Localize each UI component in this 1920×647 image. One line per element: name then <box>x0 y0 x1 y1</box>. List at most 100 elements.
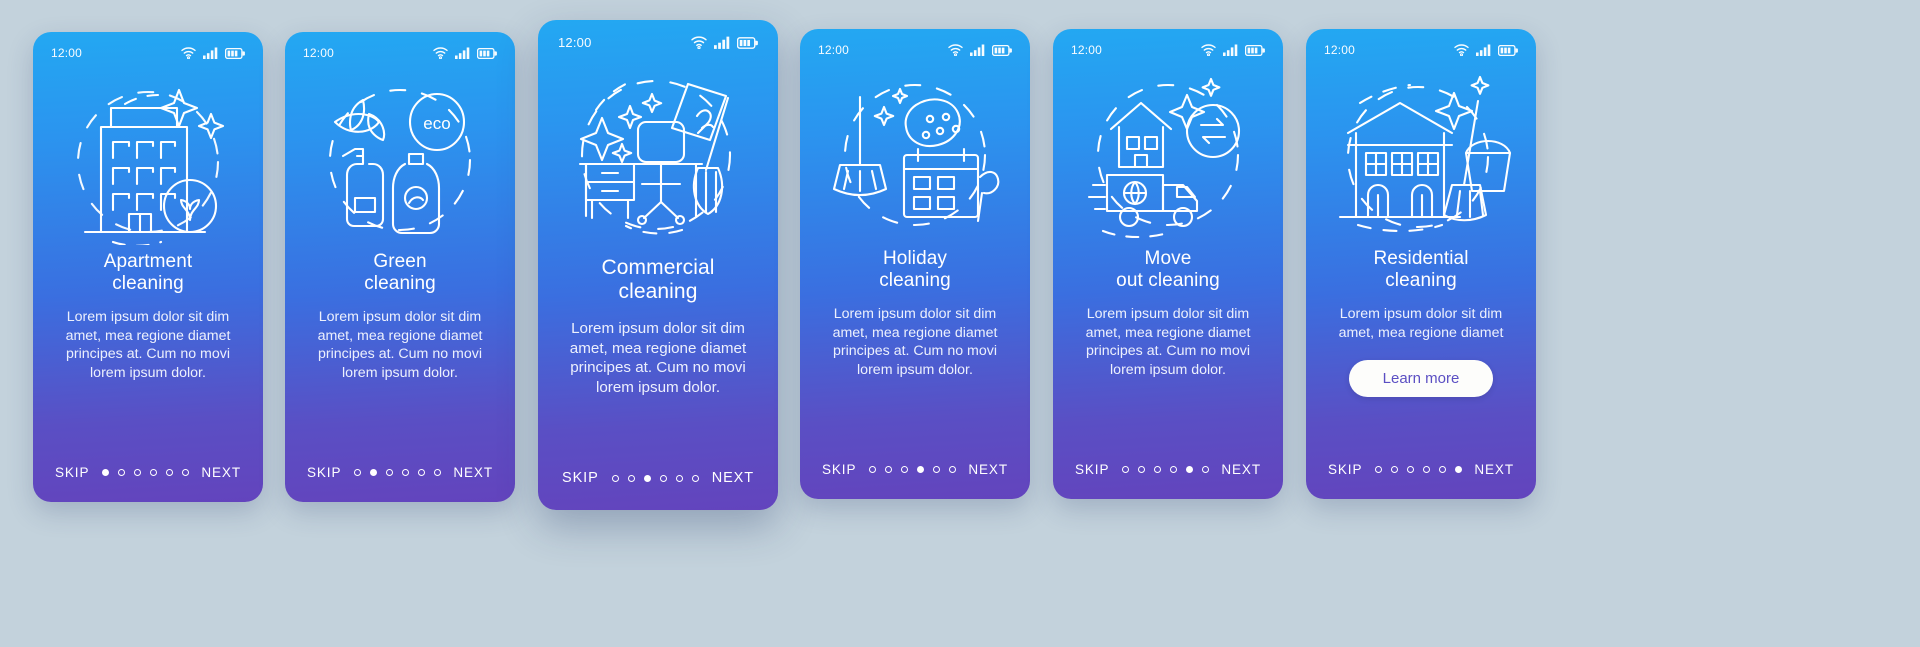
dot-4[interactable] <box>659 474 667 482</box>
pagination-dots[interactable] <box>868 466 956 473</box>
status-bar: 12:00 <box>800 29 1030 57</box>
illustration-apartment-building <box>33 60 263 245</box>
next-button[interactable]: NEXT <box>453 465 493 480</box>
card-navigation: SKIP NEXT <box>1306 462 1536 499</box>
battery-icon <box>1498 44 1518 56</box>
card-navigation: SKIP NEXT <box>538 470 778 510</box>
battery-icon <box>737 36 758 49</box>
dot-2[interactable] <box>627 474 635 482</box>
dot-5[interactable] <box>932 466 940 473</box>
wifi-icon <box>1454 44 1469 56</box>
dot-6[interactable] <box>1454 466 1462 473</box>
illustration-house-broom-bucket <box>1306 57 1536 242</box>
pagination-dots[interactable] <box>1121 466 1209 473</box>
signal-bars-icon <box>714 36 730 49</box>
pagination-dots[interactable] <box>353 469 441 476</box>
card-title: Commercial cleaning <box>601 256 715 303</box>
status-bar: 12:00 <box>1053 29 1283 57</box>
next-button[interactable]: NEXT <box>1474 462 1514 477</box>
status-icons <box>1454 44 1518 56</box>
next-button[interactable]: NEXT <box>1221 462 1261 477</box>
dot-1[interactable] <box>868 466 876 473</box>
dot-3[interactable] <box>133 469 141 476</box>
dot-3[interactable] <box>1406 466 1414 473</box>
dot-2[interactable] <box>1390 466 1398 473</box>
battery-icon <box>225 47 245 59</box>
status-icons <box>691 36 758 49</box>
onboarding-card-commercial-cleaning[interactable]: 12:00 Commercial cleaning Lorem ipsum do… <box>538 20 778 510</box>
illustration-house-moving-truck <box>1053 57 1283 242</box>
card-title: Residential cleaning <box>1373 248 1469 291</box>
card-body-text: Lorem ipsum dolor sit dim amet, mea regi… <box>832 306 998 378</box>
dot-6[interactable] <box>948 466 956 473</box>
dot-5[interactable] <box>1185 466 1193 473</box>
skip-button[interactable]: SKIP <box>1075 462 1109 477</box>
dot-4[interactable] <box>1169 466 1177 473</box>
wifi-icon <box>948 44 963 56</box>
card-text-block: Apartment cleaning Lorem ipsum dolor sit… <box>33 245 263 465</box>
status-time: 12:00 <box>51 46 83 60</box>
onboarding-card-residential-cleaning[interactable]: 12:00 Residential cleaning Lorem ipsum d… <box>1306 29 1536 499</box>
dot-3[interactable] <box>1153 466 1161 473</box>
status-bar: 12:00 <box>1306 29 1536 57</box>
skip-button[interactable]: SKIP <box>55 465 89 480</box>
card-title: Green cleaning <box>364 251 436 294</box>
pagination-dots[interactable] <box>101 469 189 476</box>
dot-1[interactable] <box>353 469 361 476</box>
skip-button[interactable]: SKIP <box>1328 462 1362 477</box>
dot-3[interactable] <box>900 466 908 473</box>
pagination-dots[interactable] <box>611 474 699 482</box>
skip-button[interactable]: SKIP <box>822 462 856 477</box>
card-navigation: SKIP NEXT <box>33 465 263 502</box>
skip-button[interactable]: SKIP <box>562 470 599 486</box>
eco-label: eco <box>423 114 450 133</box>
dot-1[interactable] <box>101 469 109 476</box>
dot-5[interactable] <box>1438 466 1446 473</box>
battery-icon <box>992 44 1012 56</box>
status-time: 12:00 <box>303 46 335 60</box>
dot-4[interactable] <box>401 469 409 476</box>
dot-2[interactable] <box>884 466 892 473</box>
dot-1[interactable] <box>611 474 619 482</box>
dot-1[interactable] <box>1374 466 1382 473</box>
skip-button[interactable]: SKIP <box>307 465 341 480</box>
dot-6[interactable] <box>433 469 441 476</box>
onboarding-card-move-out-cleaning[interactable]: 12:00 Move out cleaning Lorem ipsum dolo… <box>1053 29 1283 499</box>
dot-2[interactable] <box>369 469 377 476</box>
onboarding-card-apartment-cleaning[interactable]: 12:00 Apartment cleaning Lorem ipsum dol… <box>33 32 263 502</box>
dot-5[interactable] <box>417 469 425 476</box>
dot-2[interactable] <box>1137 466 1145 473</box>
signal-bars-icon <box>203 47 218 59</box>
card-text-block: Green cleaning Lorem ipsum dolor sit dim… <box>285 245 515 465</box>
dot-6[interactable] <box>691 474 699 482</box>
dot-6[interactable] <box>181 469 189 476</box>
status-bar: 12:00 <box>285 32 515 60</box>
dot-4[interactable] <box>149 469 157 476</box>
wifi-icon <box>433 47 448 59</box>
dot-5[interactable] <box>675 474 683 482</box>
card-body-text: Lorem ipsum dolor sit dim amet, mea regi… <box>1338 306 1504 341</box>
status-icons <box>948 44 1012 56</box>
dot-6[interactable] <box>1201 466 1209 473</box>
signal-bars-icon <box>1476 44 1491 56</box>
card-text-block: Residential cleaning Lorem ipsum dolor s… <box>1306 242 1536 462</box>
next-button[interactable]: NEXT <box>968 462 1008 477</box>
pagination-dots[interactable] <box>1374 466 1462 473</box>
status-bar: 12:00 <box>33 32 263 60</box>
dot-1[interactable] <box>1121 466 1129 473</box>
dot-3[interactable] <box>643 474 651 482</box>
onboarding-card-green-cleaning[interactable]: 12:00 eco Green cleaning Lorem ipsum dol… <box>285 32 515 502</box>
wifi-icon <box>181 47 196 59</box>
dot-4[interactable] <box>1422 466 1430 473</box>
dot-3[interactable] <box>385 469 393 476</box>
card-body-text: Lorem ipsum dolor sit dim amet, mea regi… <box>569 319 747 397</box>
next-button[interactable]: NEXT <box>712 470 754 486</box>
status-time: 12:00 <box>558 35 592 50</box>
dot-2[interactable] <box>117 469 125 476</box>
onboarding-card-holiday-cleaning[interactable]: 12:00 Holiday cleaning Lorem ipsum dolor… <box>800 29 1030 499</box>
next-button[interactable]: NEXT <box>201 465 241 480</box>
learn-more-button[interactable]: Learn more <box>1348 360 1494 398</box>
dot-5[interactable] <box>165 469 173 476</box>
dot-4[interactable] <box>916 466 924 473</box>
signal-bars-icon <box>970 44 985 56</box>
